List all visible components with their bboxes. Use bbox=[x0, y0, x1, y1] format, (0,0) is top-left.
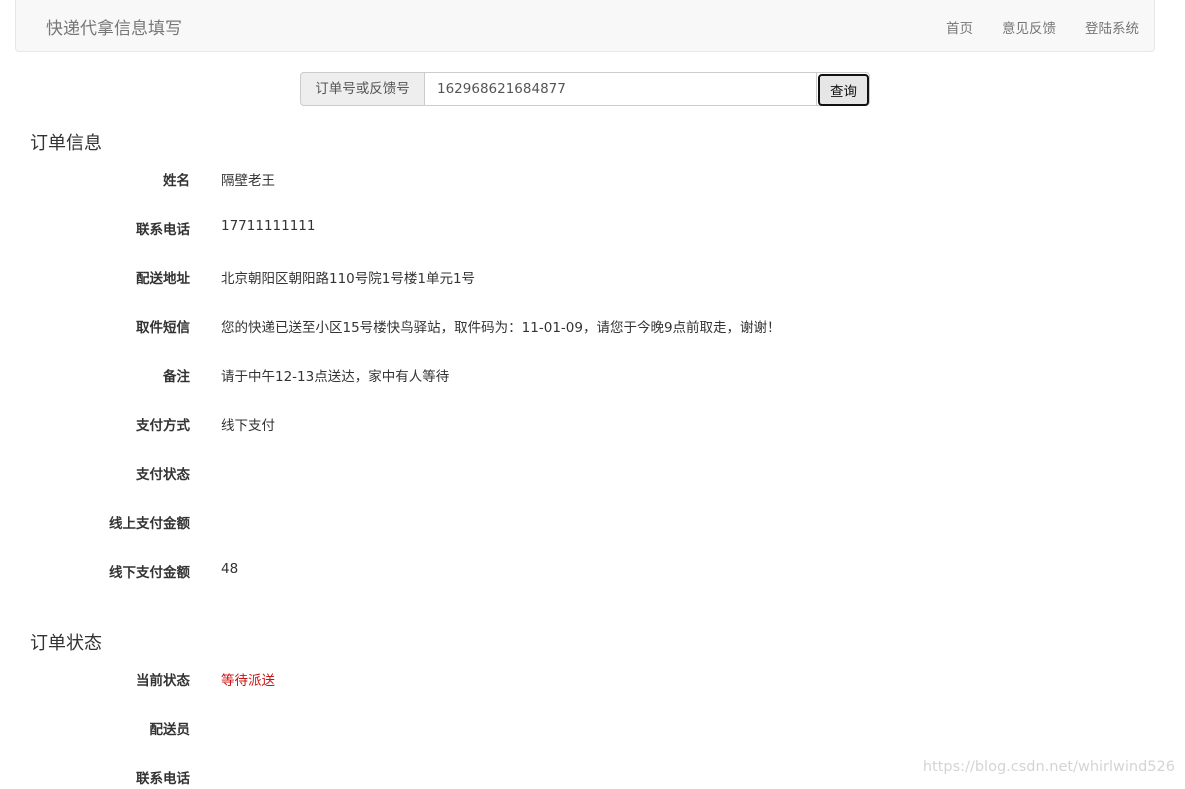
field-label: 联系电话 bbox=[70, 767, 190, 787]
field-value: 17711111111 bbox=[221, 218, 315, 234]
status-value: 等待派送 bbox=[221, 669, 275, 689]
field-row-current-status: 当前状态 等待派送 bbox=[0, 669, 1185, 691]
field-value: 请于中午12-13点送达，家中有人等待 bbox=[221, 365, 449, 385]
query-button[interactable]: 查询 bbox=[818, 74, 869, 106]
field-label: 姓名 bbox=[70, 169, 190, 189]
nav-links: 首页 意见反馈 登陆系统 bbox=[917, 17, 1139, 37]
field-label: 取件短信 bbox=[70, 316, 190, 336]
field-value: 线下支付 bbox=[221, 414, 275, 434]
field-row-phone: 联系电话 17711111111 bbox=[0, 218, 1185, 240]
search-button-wrap: 查询 bbox=[817, 72, 870, 106]
field-label: 备注 bbox=[70, 365, 190, 385]
order-number-input[interactable] bbox=[424, 72, 817, 106]
field-row-remark: 备注 请于中午12-13点送达，家中有人等待 bbox=[0, 365, 1185, 387]
field-label: 当前状态 bbox=[70, 669, 190, 689]
field-row-pickup-sms: 取件短信 您的快递已送至小区15号楼快鸟驿站，取件码为：11-01-09，请您于… bbox=[0, 316, 1185, 338]
nav-link-home[interactable]: 首页 bbox=[946, 17, 973, 37]
order-status-title: 订单状态 bbox=[30, 629, 102, 655]
field-label: 联系电话 bbox=[70, 218, 190, 238]
field-row-payment-status: 支付状态 bbox=[0, 463, 1185, 485]
field-label: 支付方式 bbox=[70, 414, 190, 434]
navbar: 快递代拿信息填写 首页 意见反馈 登陆系统 bbox=[15, 0, 1155, 52]
field-label: 配送地址 bbox=[70, 267, 190, 287]
field-value: 您的快递已送至小区15号楼快鸟驿站，取件码为：11-01-09，请您于今晚9点前… bbox=[221, 316, 781, 336]
field-row-address: 配送地址 北京朝阳区朝阳路110号院1号楼1单元1号 bbox=[0, 267, 1185, 289]
field-row-offline-amount: 线下支付金额 48 bbox=[0, 561, 1185, 583]
field-row-payment-method: 支付方式 线下支付 bbox=[0, 414, 1185, 436]
nav-link-login[interactable]: 登陆系统 bbox=[1085, 17, 1139, 37]
field-row-online-amount: 线上支付金额 bbox=[0, 512, 1185, 534]
nav-link-feedback[interactable]: 意见反馈 bbox=[1002, 17, 1056, 37]
search-group: 订单号或反馈号 查询 bbox=[300, 72, 870, 106]
field-value: 北京朝阳区朝阳路110号院1号楼1单元1号 bbox=[221, 267, 475, 287]
field-row-courier: 配送员 bbox=[0, 718, 1185, 740]
field-value: 48 bbox=[221, 561, 238, 577]
field-row-name: 姓名 隔壁老王 bbox=[0, 169, 1185, 191]
field-label: 线上支付金额 bbox=[70, 512, 190, 532]
field-value: 隔壁老王 bbox=[221, 169, 275, 189]
navbar-brand[interactable]: 快递代拿信息填写 bbox=[46, 14, 182, 39]
search-addon-label: 订单号或反馈号 bbox=[300, 72, 424, 106]
field-label: 配送员 bbox=[70, 718, 190, 738]
field-label: 支付状态 bbox=[70, 463, 190, 483]
field-label: 线下支付金额 bbox=[70, 561, 190, 581]
watermark: https://blog.csdn.net/whirlwind526 bbox=[923, 759, 1175, 775]
order-info-title: 订单信息 bbox=[30, 129, 102, 155]
